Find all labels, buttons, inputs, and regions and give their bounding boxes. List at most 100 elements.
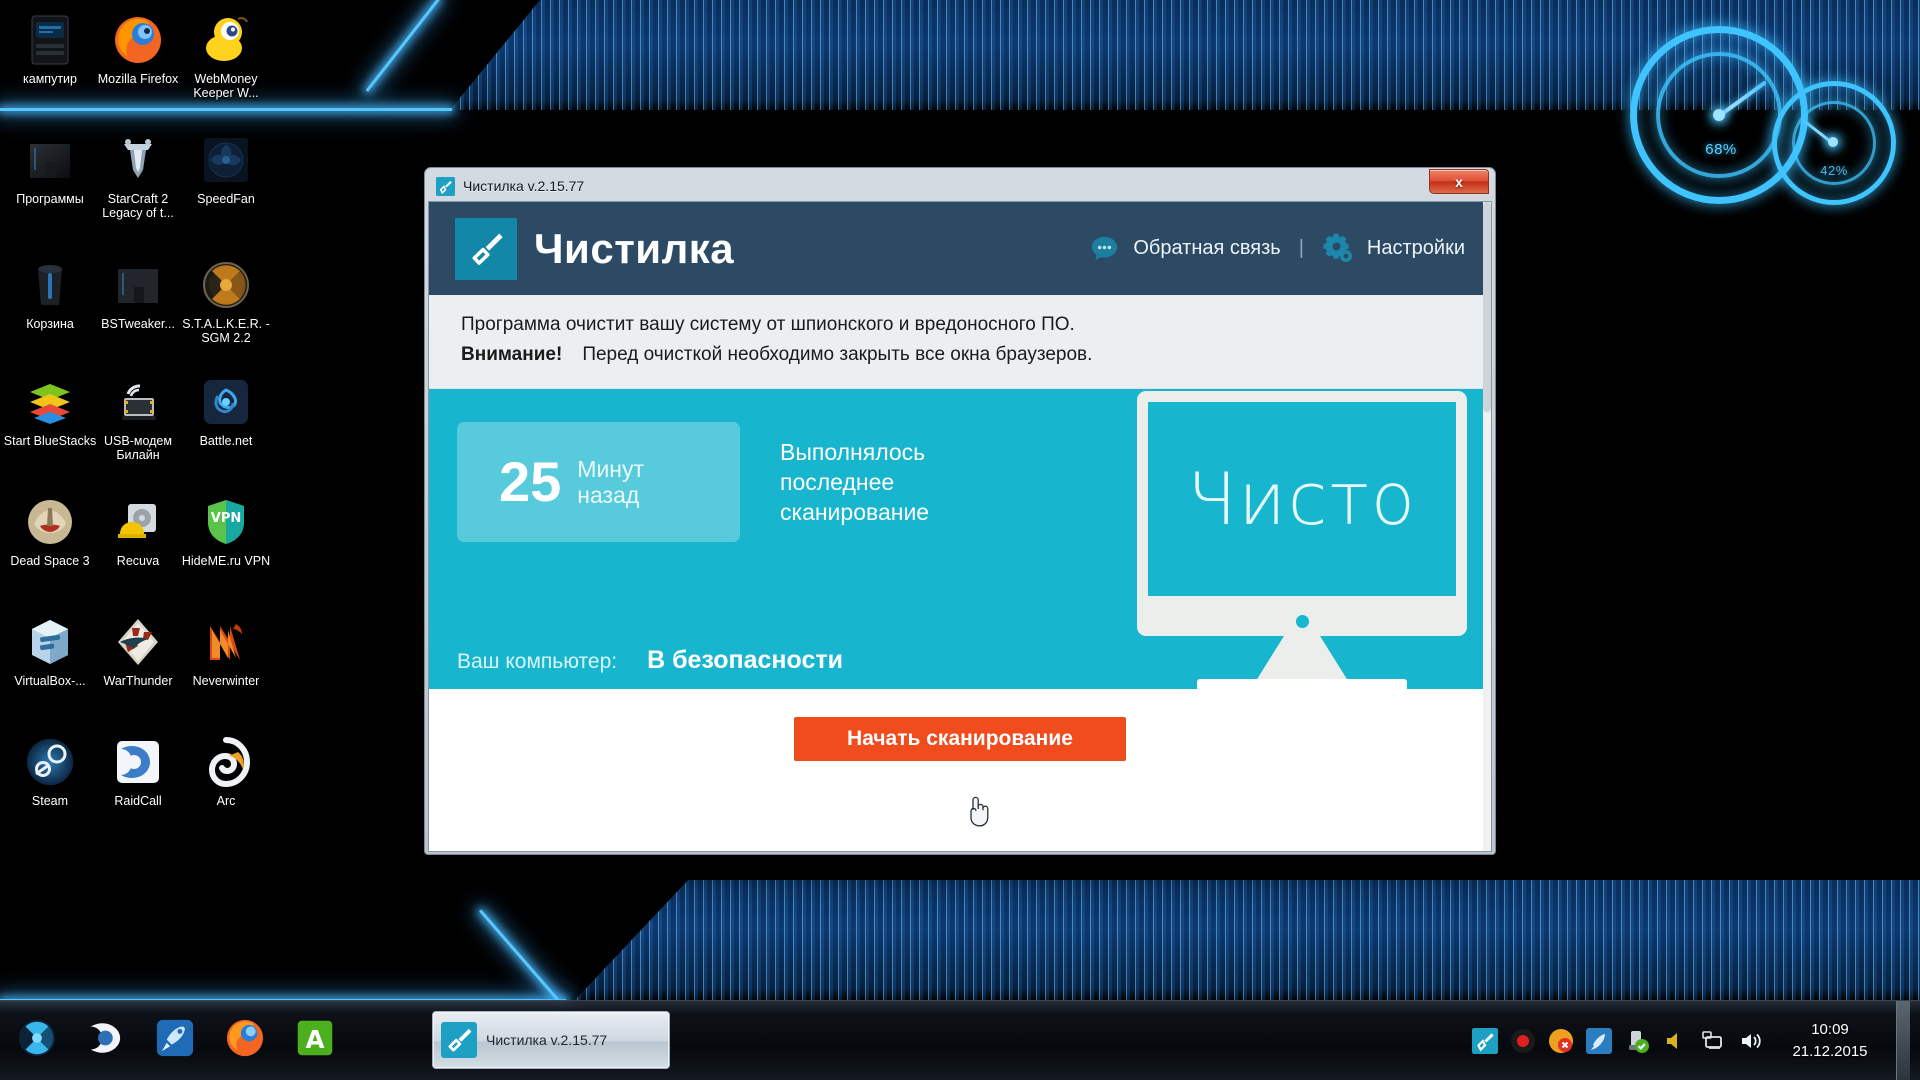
desktop-icon-label: StarCraft 2 Legacy of t...: [102, 192, 174, 220]
desktop-icon-label: Battle.net: [199, 434, 253, 448]
caption-line-1: Выполнялось: [780, 439, 926, 465]
battlenet-icon: [198, 374, 254, 430]
brush-icon: [441, 1022, 477, 1058]
desktop-icon-20[interactable]: Arc: [176, 734, 276, 808]
speedfan-icon: [198, 132, 254, 188]
last-scan-minutes: 25: [499, 450, 562, 513]
neverwinter-icon: [198, 614, 254, 670]
taskbar-task-label: Чистилка v.2.15.77: [486, 1032, 608, 1048]
desktop-icon-1[interactable]: Mozilla Firefox: [88, 12, 188, 86]
monitor-frame: Чисто: [1137, 391, 1467, 636]
svg-text:VPN: VPN: [211, 511, 241, 526]
desktop-icon-18[interactable]: Steam: [0, 734, 100, 808]
brush-icon: [436, 176, 455, 196]
desktop-icon-4[interactable]: StarCraft 2 Legacy of t...: [88, 132, 188, 220]
raidcall-icon: [110, 734, 166, 790]
starcraft2-icon: [110, 132, 166, 188]
chistilka-tray-icon[interactable]: [1472, 1028, 1498, 1054]
system-gauge-widget: 68% 42%: [1612, 18, 1912, 223]
last-scan-box: 25 Минут назад: [457, 422, 740, 542]
desktop-icon-11[interactable]: Battle.net: [176, 374, 276, 448]
desktop-icon-6[interactable]: Корзина: [0, 257, 100, 331]
taskbar-firefox-icon[interactable]: [222, 1015, 268, 1061]
taskbar[interactable]: A Чистилка v.2.15.77 10:09 21.12.2015: [0, 1000, 1920, 1080]
desktop-icon-label: Mozilla Firefox: [97, 72, 179, 86]
record-tray-icon[interactable]: [1510, 1028, 1536, 1054]
computer-status-label: Ваш компьютер:: [457, 650, 618, 673]
last-scan-unit-line2: назад: [577, 482, 640, 508]
recycle-bin-icon: [22, 257, 78, 313]
computer-status-row: Ваш компьютер: В безопасности: [457, 646, 843, 675]
taskbar-clock[interactable]: 10:09 21.12.2015: [1770, 1019, 1890, 1063]
gear-icon: [1322, 233, 1354, 265]
desktop-icon-label: HideME.ru VPN: [181, 554, 271, 568]
show-desktop-button[interactable]: [1896, 1001, 1910, 1080]
desktop-icon-2[interactable]: WebMoney Keeper W...: [176, 12, 276, 100]
desktop-icon-13[interactable]: Recuva: [88, 494, 188, 568]
close-icon[interactable]: x: [1429, 169, 1489, 194]
desktop-icon-19[interactable]: RaidCall: [88, 734, 188, 808]
notice-line-2: Внимание! Перед очисткой необходимо закры…: [461, 342, 1459, 368]
taskbar-radiation-icon[interactable]: [14, 1015, 60, 1061]
wallpaper-bottom-mask: [0, 878, 690, 1000]
chat-bubble-icon: [1089, 233, 1120, 264]
notice-block: Программа очистит вашу систему от шпионс…: [429, 295, 1491, 389]
taskbar-rocket-icon[interactable]: [152, 1015, 198, 1061]
window-title-text: Чистилка v.2.15.77: [463, 178, 585, 194]
desktop-icon-10[interactable]: USB-модем Билайн: [88, 374, 188, 462]
webmoney-icon: [198, 12, 254, 68]
virtualbox-icon: [22, 614, 78, 670]
desktop-icon-17[interactable]: Neverwinter: [176, 614, 276, 688]
scrollbar-thumb[interactable]: [1483, 202, 1491, 412]
status-panel: 25 Минут назад Выполнялось последнее ска…: [429, 389, 1491, 691]
settings-button[interactable]: Настройки: [1322, 233, 1465, 265]
desktop-icon-14[interactable]: VPN HideME.ru VPN: [176, 494, 276, 568]
error-tray-icon[interactable]: [1548, 1028, 1574, 1054]
chistilka-window[interactable]: Чистилка v.2.15.77 x Чистилка Обратная с…: [424, 167, 1496, 855]
desktop-icon-3[interactable]: Программы: [0, 132, 100, 206]
header-separator: |: [1298, 237, 1304, 259]
svg-text:A: A: [305, 1025, 324, 1054]
cpu-gauge-value: 68%: [1705, 141, 1737, 158]
update-check-tray-icon[interactable]: [1624, 1028, 1650, 1054]
taskbar-active-task[interactable]: Чистилка v.2.15.77: [432, 1011, 670, 1069]
desktop-icon-label: WarThunder: [103, 674, 173, 688]
start-scan-button[interactable]: Начать сканирование: [794, 717, 1126, 761]
desktop-icon-12[interactable]: Dead Space 3: [0, 494, 100, 568]
desktop-icon-9[interactable]: Start BlueStacks: [0, 374, 100, 448]
network-tray-icon[interactable]: [1700, 1028, 1726, 1054]
window-title-bar[interactable]: Чистилка v.2.15.77 x: [428, 169, 1492, 201]
computer-status-value: В безопасности: [647, 646, 843, 674]
monitor-screen: Чисто: [1148, 402, 1456, 596]
feedback-button[interactable]: Обратная связь: [1089, 233, 1281, 264]
clock-date: 21.12.2015: [1792, 1043, 1868, 1060]
volume-tray-icon[interactable]: [1738, 1028, 1764, 1054]
caption-line-3: сканирование: [780, 499, 930, 525]
desktop-icon-7[interactable]: BSTweaker...: [88, 257, 188, 331]
desktop-icon-16[interactable]: WarThunder: [88, 614, 188, 688]
rocket-tray-icon[interactable]: [1586, 1028, 1612, 1054]
window-body: Чистилка Обратная связь | Настройки Прог…: [428, 201, 1492, 852]
speaker-mute-tray-icon[interactable]: [1662, 1028, 1688, 1054]
app-name: Чистилка: [534, 224, 735, 272]
recuva-icon: [110, 494, 166, 550]
desktop-icon-label: SpeedFan: [197, 192, 255, 206]
desktop-icon-label: Программы: [16, 192, 84, 206]
desktop-icon-label: кампутир: [23, 72, 77, 86]
taskbar-aimp-icon[interactable]: A: [292, 1015, 338, 1061]
desktop-icon-15[interactable]: VirtualBox-...: [0, 614, 100, 688]
notice-warning-label: Внимание!: [461, 344, 563, 365]
desktop-icon-label: VirtualBox-...: [14, 674, 86, 688]
clean-monitor-illustration: Чисто: [1137, 391, 1467, 691]
desktop-icon-8[interactable]: S.T.A.L.K.E.R. - SGM 2.2: [176, 257, 276, 345]
taskbar-raidcall-icon[interactable]: [84, 1015, 130, 1061]
pc-case-icon: [22, 12, 78, 68]
desktop-screen: 68% 42% кампутир Mozilla Firefox WebMone…: [0, 0, 1920, 1080]
desktop-icon-0[interactable]: кампутир: [0, 12, 100, 86]
memory-gauge-hub: [1828, 137, 1838, 147]
settings-label: Настройки: [1366, 237, 1465, 259]
vertical-scrollbar[interactable]: [1483, 202, 1491, 851]
desktop-icon-5[interactable]: SpeedFan: [176, 132, 276, 206]
steam-icon: [22, 734, 78, 790]
header-actions: Обратная связь | Настройки: [1089, 233, 1465, 265]
